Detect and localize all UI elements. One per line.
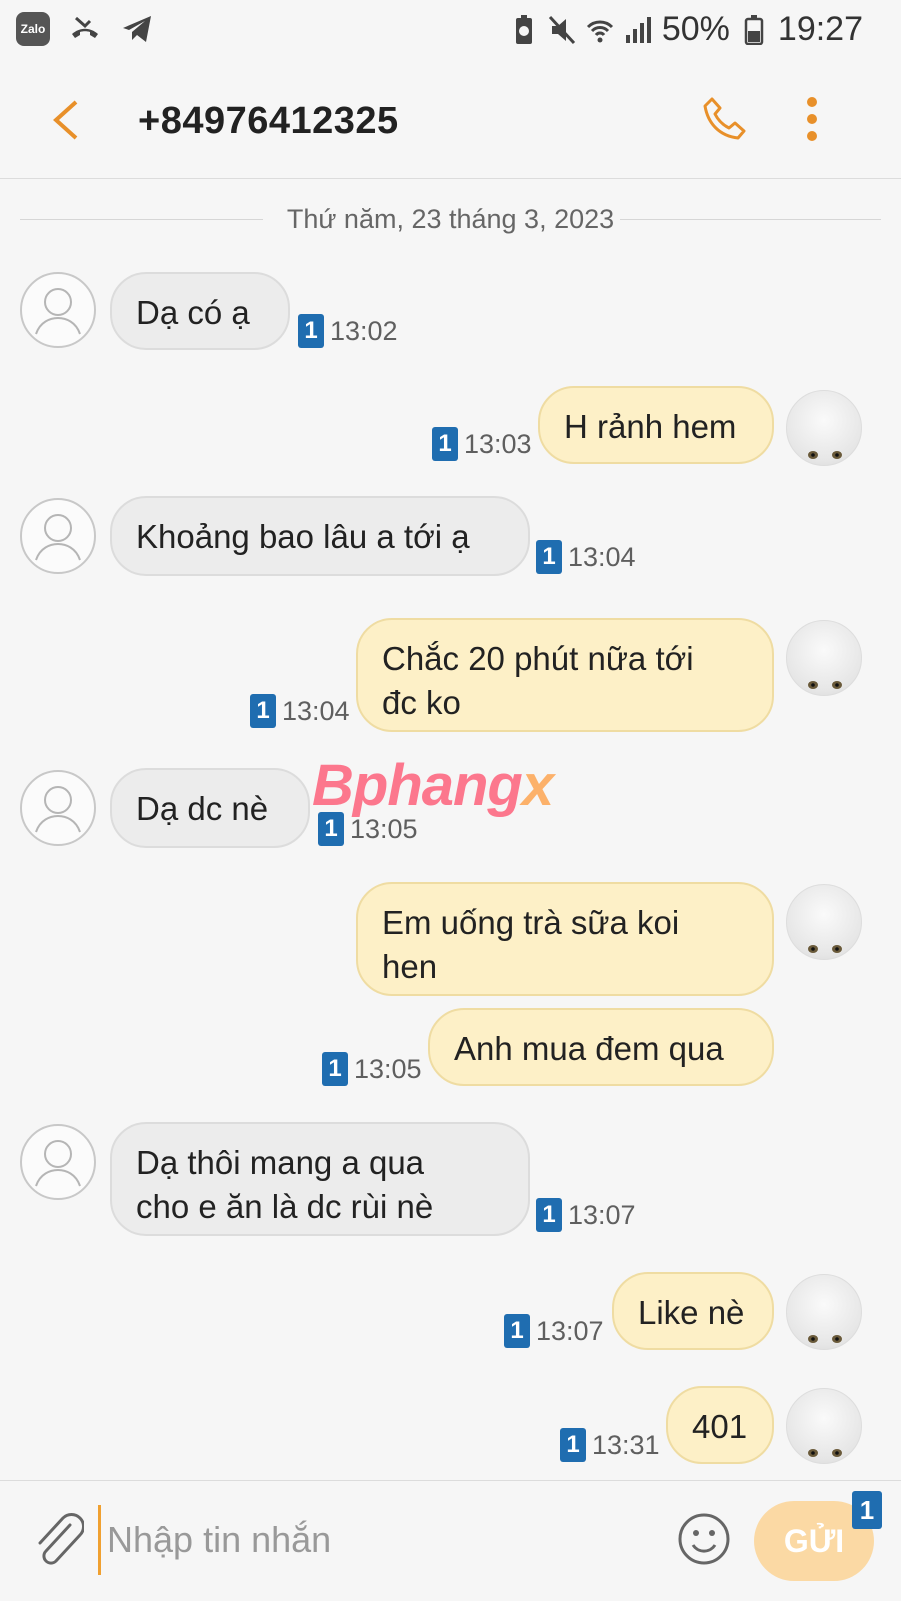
paperclip-icon[interactable] (30, 1511, 84, 1571)
phone-call-icon[interactable] (700, 94, 750, 144)
more-options-icon[interactable] (806, 96, 818, 142)
message-time: 13:04 (282, 695, 350, 726)
incoming-message-bubble[interactable]: Dạ dc nè (110, 768, 310, 848)
sim-badge: 1 (560, 1428, 586, 1462)
wifi-icon (586, 20, 613, 42)
battery-icon (744, 14, 764, 45)
message-time: 13:03 (464, 428, 532, 459)
status-bar: Zalo 50% 19:27 (0, 0, 901, 62)
outgoing-message-bubble[interactable]: Chắc 20 phút nữa tới đc ko (356, 618, 774, 732)
emoji-icon[interactable] (676, 1511, 732, 1567)
cat-eyes-icon (808, 681, 842, 689)
message-meta: 1 13:07 (536, 1198, 636, 1232)
sim-badge: 1 (250, 694, 276, 728)
sim-badge: 1 (536, 1198, 562, 1232)
incoming-message-bubble[interactable]: Khoảng bao lâu a tới ạ (110, 496, 530, 576)
message-meta: 1 13:07 (504, 1314, 604, 1348)
message-input[interactable] (98, 1505, 638, 1575)
my-avatar[interactable] (786, 1388, 862, 1464)
contact-avatar[interactable] (20, 770, 96, 846)
clock: 19:27 (777, 10, 863, 48)
message-time: 13:05 (354, 1053, 422, 1084)
date-separator: Thứ năm, 23 tháng 3, 2023 (20, 200, 881, 240)
cat-eyes-icon (808, 451, 842, 459)
person-icon (35, 1140, 81, 1187)
incoming-message-bubble[interactable]: Dạ thôi mang a qua cho e ăn là dc rùi nè (110, 1122, 530, 1236)
outgoing-message-bubble[interactable]: 401 (666, 1386, 774, 1464)
sim-badge: 1 (322, 1052, 348, 1086)
my-avatar[interactable] (786, 1274, 862, 1350)
cat-eyes-icon (808, 1335, 842, 1343)
missed-call-icon (72, 16, 98, 38)
contact-avatar[interactable] (20, 272, 96, 348)
message-time: 13:07 (536, 1315, 604, 1346)
cat-eyes-icon (808, 945, 842, 953)
cat-eyes-icon (808, 1449, 842, 1457)
message-time: 13:31 (592, 1429, 660, 1460)
contact-number-title: +84976412325 (138, 100, 399, 142)
message-composer: GỬI 1 (0, 1480, 901, 1601)
my-avatar[interactable] (786, 884, 862, 960)
message-meta: 1 13:04 (536, 540, 636, 574)
message-meta: 1 13:03 (432, 427, 532, 461)
sim-badge: 1 (504, 1314, 530, 1348)
battery-saver-icon (515, 14, 532, 44)
person-icon (35, 786, 81, 833)
contact-avatar[interactable] (20, 498, 96, 574)
outgoing-message-bubble[interactable]: Anh mua đem qua (428, 1008, 774, 1086)
message-meta: 1 13:04 (250, 694, 350, 728)
message-meta: 1 13:02 (298, 314, 398, 348)
sim-badge: 1 (536, 540, 562, 574)
outgoing-message-bubble[interactable]: H rảnh hem (538, 386, 774, 464)
back-arrow-icon[interactable] (48, 98, 82, 142)
message-time: 13:04 (568, 541, 636, 572)
sim-badge: 1 (432, 427, 458, 461)
message-time: 13:07 (568, 1199, 636, 1230)
my-avatar[interactable] (786, 390, 862, 466)
telegram-icon (123, 16, 151, 42)
zalo-icon: Zalo (16, 12, 50, 46)
outgoing-message-bubble[interactable]: Em uống trà sữa koi hen (356, 882, 774, 996)
mute-icon (548, 15, 575, 44)
sim-badge: 1 (852, 1491, 882, 1529)
battery-percent: 50% (661, 10, 730, 48)
conversation-header: +84976412325 (0, 62, 901, 179)
incoming-message-bubble[interactable]: Dạ có ạ (110, 272, 290, 350)
person-icon (35, 514, 81, 561)
message-meta: 1 13:31 (560, 1428, 660, 1462)
message-meta: 1 13:05 (322, 1052, 422, 1086)
watermark-logo: Bphangx (312, 753, 554, 818)
person-icon (35, 288, 81, 335)
divider (620, 219, 881, 220)
my-avatar[interactable] (786, 620, 862, 696)
outgoing-message-bubble[interactable]: Like nè (612, 1272, 774, 1350)
sim-badge: 1 (298, 314, 324, 348)
signal-icon (625, 16, 651, 43)
message-time: 13:02 (330, 315, 398, 346)
contact-avatar[interactable] (20, 1124, 96, 1200)
